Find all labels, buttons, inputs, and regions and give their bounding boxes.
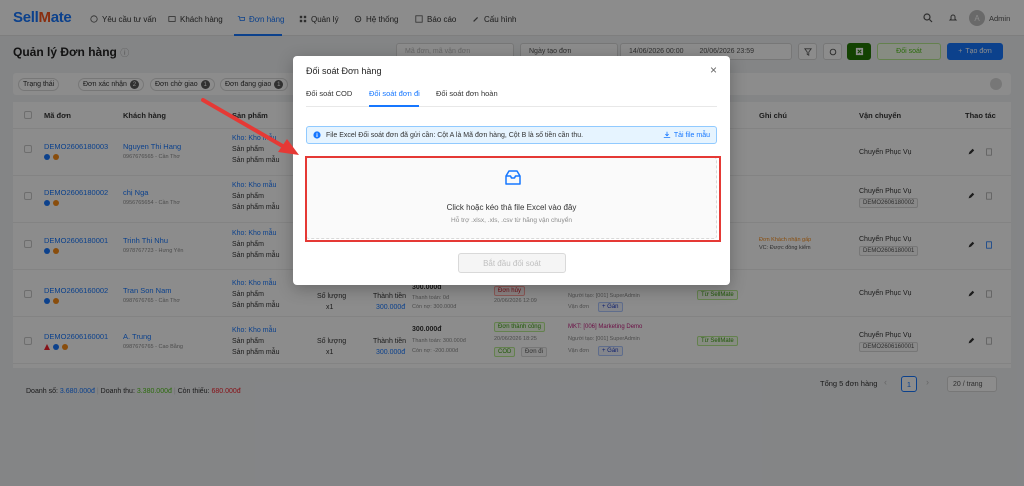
tab-divider: [306, 106, 717, 107]
info-alert: File Excel Đối soát đơn đã gửi cần: Cột …: [306, 126, 717, 144]
download-icon: [663, 131, 671, 138]
modal-title: Đối soát Đơn hàng: [306, 66, 382, 76]
annotation-highlight-box: [305, 156, 721, 242]
start-reconcile-button[interactable]: Bắt đầu đối soát: [458, 253, 566, 273]
close-icon[interactable]: ×: [710, 63, 717, 77]
tab-cod[interactable]: Đối soát COD: [306, 89, 352, 98]
tab-return[interactable]: Đối soát đơn hoàn: [436, 89, 498, 98]
info-text: File Excel Đối soát đơn đã gửi cần: Cột …: [326, 131, 584, 139]
annotation-arrow-icon: [201, 98, 299, 155]
info-icon: [313, 131, 321, 139]
tab-outbound[interactable]: Đối soát đơn đi: [369, 89, 420, 98]
download-template-link[interactable]: Tải file mẫu: [663, 131, 710, 139]
tab-active-indicator: [369, 105, 419, 107]
